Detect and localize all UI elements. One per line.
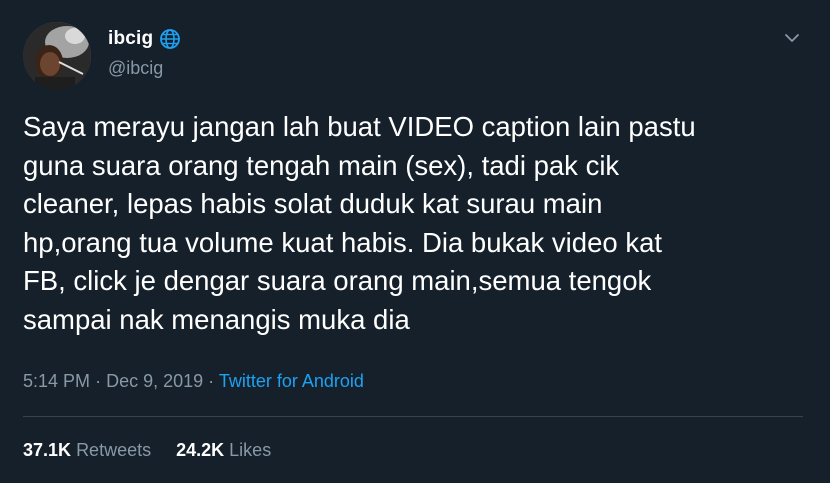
avatar[interactable] — [23, 22, 91, 90]
globe-icon — [159, 28, 181, 50]
retweets-label: Retweets — [76, 440, 152, 460]
chevron-down-icon[interactable] — [783, 29, 801, 47]
user-handle[interactable]: @ibcig — [108, 58, 163, 79]
avatar-photo — [23, 22, 91, 90]
meta-separator: · — [208, 371, 215, 391]
tweet-card: ibcig @ibcig Saya merayu jangan lah buat… — [0, 0, 830, 483]
divider — [23, 416, 803, 417]
tweet-date[interactable]: Dec 9, 2019 — [106, 371, 203, 391]
likes-count: 24.2K — [176, 440, 225, 460]
tweet-time[interactable]: 5:14 PM — [23, 371, 90, 391]
likes-label: Likes — [229, 440, 272, 460]
user-name-row: ibcig — [108, 28, 181, 50]
display-name[interactable]: ibcig — [108, 28, 153, 50]
tweet-source-link[interactable]: Twitter for Android — [219, 371, 364, 391]
meta-separator: · — [95, 371, 102, 391]
tweet-stats: 37.1K Retweets 24.2K Likes — [23, 440, 271, 461]
retweets-stat[interactable]: 37.1K Retweets — [23, 440, 151, 461]
tweet-text: Saya merayu jangan lah buat VIDEO captio… — [23, 111, 696, 335]
tweet-meta: 5:14 PM · Dec 9, 2019 · Twitter for Andr… — [23, 371, 364, 392]
retweets-count: 37.1K — [23, 440, 72, 460]
likes-stat[interactable]: 24.2K Likes — [176, 440, 271, 461]
